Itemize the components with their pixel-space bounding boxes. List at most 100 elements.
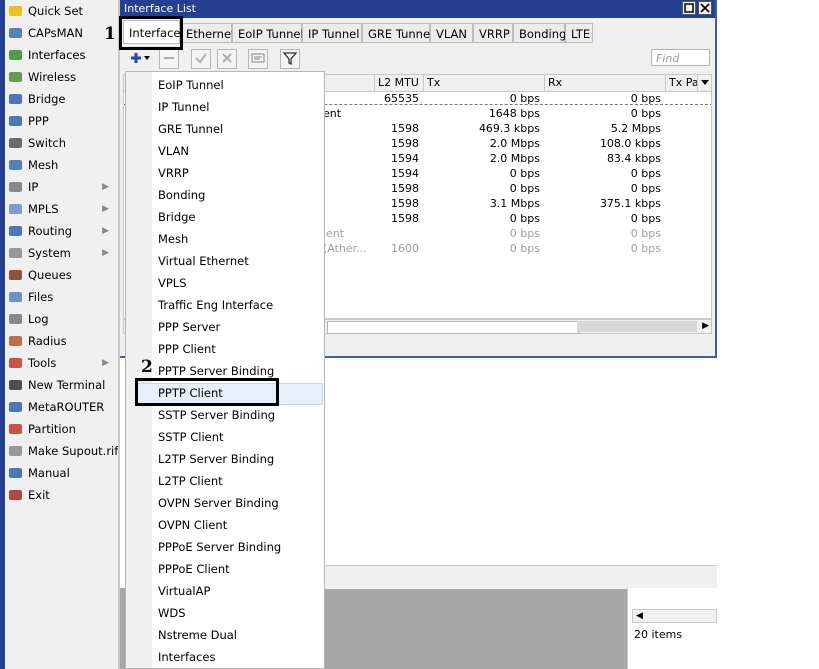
- switch-icon: [8, 136, 23, 150]
- sidebar-item-label: MPLS: [28, 202, 59, 216]
- cell-name: [321, 136, 374, 151]
- sidebar-item-mesh[interactable]: Mesh: [5, 154, 118, 176]
- exit-icon: [8, 488, 23, 502]
- sidebar-item-ppp[interactable]: PPP: [5, 110, 118, 132]
- sidebar-item-new-terminal[interactable]: New Terminal: [5, 374, 118, 396]
- filter-button[interactable]: [280, 49, 300, 69]
- sidebar-item-wireless[interactable]: Wireless: [5, 66, 118, 88]
- enable-button[interactable]: [191, 49, 211, 69]
- cell-rx: 375.1 kbps: [599, 197, 661, 210]
- sidebar-item-capsman[interactable]: CAPsMAN: [5, 22, 118, 44]
- menu-item-vlan[interactable]: VLAN: [158, 140, 189, 162]
- tab-gre-tunnel[interactable]: GRE Tunnel: [362, 23, 433, 43]
- find-input[interactable]: Find: [651, 49, 710, 66]
- comment-button[interactable]: [248, 49, 268, 69]
- annotation-number-1: 1: [104, 24, 116, 44]
- menu-item-ovpn-server-binding[interactable]: OVPN Server Binding: [158, 492, 279, 514]
- cell-l2mtu: 1598: [391, 182, 419, 195]
- column-menu-button[interactable]: [697, 75, 711, 91]
- menu-item-virtualap[interactable]: VirtualAP: [158, 580, 210, 602]
- menu-item-sstp-server-binding[interactable]: SSTP Server Binding: [158, 404, 275, 426]
- tab-lte[interactable]: LTE: [565, 23, 593, 43]
- sidebar-item-label: Bridge: [28, 92, 66, 106]
- menu-item-mesh[interactable]: Mesh: [158, 228, 188, 250]
- tab-ip-tunnel[interactable]: IP Tunnel: [302, 23, 362, 43]
- menu-item-ip-tunnel[interactable]: IP Tunnel: [158, 96, 209, 118]
- menu-item-pppoe-client[interactable]: PPPoE Client: [158, 558, 230, 580]
- add-icon: [131, 53, 150, 63]
- menu-item-interfaces[interactable]: Interfaces: [158, 646, 215, 668]
- column-l2mtu[interactable]: L2 MTU: [374, 75, 423, 91]
- cell-rx: 108.0 kbps: [599, 137, 661, 150]
- menu-item-sstp-client[interactable]: SSTP Client: [158, 426, 224, 448]
- radius-icon: [8, 334, 23, 348]
- menu-item-gre-tunnel[interactable]: GRE Tunnel: [158, 118, 223, 140]
- sidebar-item-radius[interactable]: Radius: [5, 330, 118, 352]
- maximize-button[interactable]: [682, 1, 696, 15]
- tab-eoip-tunnel[interactable]: EoIP Tunnel: [232, 23, 304, 43]
- sidebar-item-partition[interactable]: Partition: [5, 418, 118, 440]
- menu-item-nstreme-dual[interactable]: Nstreme Dual: [158, 624, 237, 646]
- scrollbar-thumb[interactable]: [327, 321, 579, 334]
- toolbar: [120, 47, 715, 71]
- menu-item-wds[interactable]: WDS: [158, 602, 186, 624]
- sidebar-item-metarouter[interactable]: MetaROUTER: [5, 396, 118, 418]
- menu-item-virtual-ethernet[interactable]: Virtual Ethernet: [158, 250, 249, 272]
- menu-item-traffic-eng-interface[interactable]: Traffic Eng Interface: [158, 294, 273, 316]
- sidebar-item-queues[interactable]: Queues: [5, 264, 118, 286]
- sidebar-item-manual[interactable]: Manual: [5, 462, 118, 484]
- tab-vrrp[interactable]: VRRP: [473, 23, 513, 43]
- menu-item-ppp-client[interactable]: PPP Client: [158, 338, 216, 360]
- menu-item-eoip-tunnel[interactable]: EoIP Tunnel: [158, 74, 224, 96]
- menu-item-l2tp-server-binding[interactable]: L2TP Server Binding: [158, 448, 274, 470]
- menu-item-bridge[interactable]: Bridge: [158, 206, 196, 228]
- sidebar-item-tools[interactable]: Tools ▶: [5, 352, 118, 374]
- scroll-left-icon[interactable]: ◀: [636, 610, 643, 622]
- remove-button[interactable]: [159, 49, 179, 69]
- cell-tx: 469.3 kbps: [478, 122, 540, 135]
- window-titlebar[interactable]: Interface List: [120, 0, 715, 18]
- column-tx[interactable]: Tx: [423, 75, 544, 91]
- sidebar-item-exit[interactable]: Exit: [5, 484, 118, 506]
- cell-rx: 0 bps: [630, 242, 661, 255]
- sidebar-item-routing[interactable]: Routing ▶: [5, 220, 118, 242]
- tab-bonding[interactable]: Bonding: [513, 23, 566, 43]
- sidebar-item-label: Files: [28, 290, 54, 304]
- sidebar-item-files[interactable]: Files: [5, 286, 118, 308]
- sidebar-item-ip[interactable]: IP ▶: [5, 176, 118, 198]
- sidebar-item-interfaces[interactable]: Interfaces: [5, 44, 118, 66]
- menu-item-pppoe-server-binding[interactable]: PPPoE Server Binding: [158, 536, 281, 558]
- sidebar-item-label: New Terminal: [28, 378, 106, 392]
- column-rx[interactable]: Rx: [544, 75, 665, 91]
- filter-icon: [282, 52, 298, 66]
- tab-vlan[interactable]: VLAN: [430, 23, 473, 43]
- sidebar-item-log[interactable]: Log: [5, 308, 118, 330]
- add-button[interactable]: [128, 49, 152, 69]
- sidebar-item-system[interactable]: System ▶: [5, 242, 118, 264]
- sidebar-item-bridge[interactable]: Bridge: [5, 88, 118, 110]
- close-icon: [700, 3, 710, 13]
- sidebar-item-quick-set[interactable]: Quick Set: [5, 0, 118, 22]
- bridge-icon: [8, 92, 23, 106]
- menu-item-ppp-server[interactable]: PPP Server: [158, 316, 220, 338]
- add-interface-menu: EoIP Tunnel IP Tunnel GRE Tunnel VLAN VRRP Bo…: [125, 71, 325, 669]
- wireless-icon: [8, 70, 23, 84]
- sidebar-item-switch[interactable]: Switch: [5, 132, 118, 154]
- close-button[interactable]: [698, 1, 712, 15]
- sidebar-item-label: Radius: [28, 334, 67, 348]
- menu-item-l2tp-client[interactable]: L2TP Client: [158, 470, 223, 492]
- lower-horizontal-scrollbar[interactable]: ◀: [632, 609, 717, 623]
- tab-ethernet[interactable]: Ethernet: [180, 23, 236, 43]
- menu-item-vpls[interactable]: VPLS: [158, 272, 187, 294]
- menu-item-bonding[interactable]: Bonding: [158, 184, 205, 206]
- menu-item-ovpn-client[interactable]: OVPN Client: [158, 514, 227, 536]
- sidebar-item-make-supout-rif[interactable]: Make Supout.rif: [5, 440, 118, 462]
- sidebar-item-label: Exit: [28, 488, 50, 502]
- sidebar-item-label: System: [28, 246, 71, 260]
- disable-button[interactable]: [217, 49, 237, 69]
- menu-item-vrrp[interactable]: VRRP: [158, 162, 189, 184]
- cell-rx: 83.4 kbps: [606, 152, 661, 165]
- sidebar-item-label: MetaROUTER: [28, 400, 105, 414]
- sidebar-item-mpls[interactable]: MPLS ▶: [5, 198, 118, 220]
- scroll-right-icon[interactable]: ▶: [702, 320, 709, 333]
